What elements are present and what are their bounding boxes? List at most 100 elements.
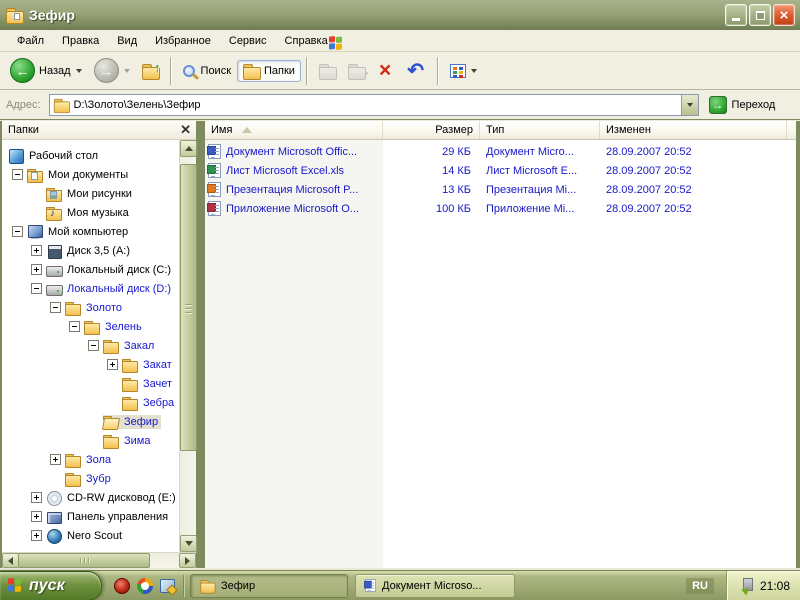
window-folder-icon — [6, 8, 24, 24]
collapse-icon[interactable] — [12, 169, 23, 180]
expand-icon[interactable] — [31, 492, 42, 503]
tree-item-disk-d[interactable]: Локальный диск (D:) — [2, 279, 179, 298]
close-button[interactable]: × — [773, 4, 795, 26]
folders-panel: Папки ✕ Рабочий стол Мои документы Мои р… — [2, 121, 197, 568]
expand-icon[interactable] — [31, 264, 42, 275]
taskbar-divider — [183, 574, 184, 597]
scroll-up-button[interactable] — [180, 140, 197, 157]
expand-icon[interactable] — [50, 454, 61, 465]
tree-item-zakal[interactable]: Закал — [2, 336, 179, 355]
nero-quicklaunch-icon[interactable] — [114, 577, 130, 594]
back-button[interactable]: ← Назад — [4, 54, 88, 87]
tree-item-disk-c[interactable]: Локальный диск (C:) — [2, 260, 179, 279]
tree-item-my-documents[interactable]: Мои документы — [2, 165, 179, 184]
file-row-access[interactable]: Приложение Microsoft O... 100 КБ Приложе… — [205, 199, 796, 218]
menu-bar: Файл Правка Вид Избранное Сервис Справка — [0, 30, 800, 52]
tree-item-control-panel[interactable]: Панель управления — [2, 507, 179, 526]
toolbar-separator — [169, 56, 172, 85]
expand-icon[interactable] — [31, 245, 42, 256]
up-button[interactable]: ↑ — [136, 60, 165, 82]
minimize-button[interactable] — [725, 4, 747, 26]
delete-button[interactable]: × — [371, 56, 399, 85]
menu-favorites[interactable]: Избранное — [146, 32, 220, 50]
collapse-icon[interactable] — [50, 302, 61, 313]
tree-item-my-pictures[interactable]: Мои рисунки — [2, 184, 179, 203]
horizontal-scroll-thumb[interactable] — [18, 553, 150, 568]
tree-item-zachet[interactable]: Зачет — [2, 374, 179, 393]
media-player-quicklaunch-icon[interactable] — [137, 577, 153, 594]
tree-item-floppy-a[interactable]: Диск 3,5 (A:) — [2, 241, 179, 260]
vertical-scroll-thumb[interactable] — [180, 164, 197, 451]
file-row-powerpoint[interactable]: Презентация Microsoft P... 13 КБ Презент… — [205, 180, 796, 199]
back-dropdown-icon[interactable] — [75, 68, 82, 73]
address-value[interactable]: D:\Золото\Зелень\Зефир — [74, 99, 201, 111]
tree-item-desktop[interactable]: Рабочий стол — [2, 146, 179, 165]
tree-item-zefir-selected[interactable]: Зефир — [2, 412, 179, 431]
scroll-right-button[interactable] — [179, 553, 196, 568]
restore-button[interactable] — [749, 4, 771, 26]
windows-logo-icon — [329, 35, 344, 51]
scroll-down-button[interactable] — [180, 535, 197, 552]
address-dropdown-button[interactable] — [680, 94, 698, 115]
menu-edit[interactable]: Правка — [53, 32, 108, 50]
views-button[interactable] — [444, 60, 483, 82]
forward-dropdown-icon — [123, 68, 130, 73]
tree-item-zubr[interactable]: Зубр — [2, 469, 179, 488]
forward-button[interactable]: → — [88, 54, 136, 87]
menu-tools[interactable]: Сервис — [220, 32, 276, 50]
file-row-word[interactable]: Документ Microsoft Offic... 29 КБ Докуме… — [205, 142, 796, 161]
folders-icon — [243, 63, 262, 80]
start-button[interactable]: пуск — [0, 570, 102, 600]
collapse-icon[interactable] — [69, 321, 80, 332]
expand-icon[interactable] — [107, 359, 118, 370]
tree-vertical-scrollbar[interactable] — [179, 140, 197, 552]
menu-file[interactable]: Файл — [8, 32, 53, 50]
tree-item-zebra[interactable]: Зебра — [2, 393, 179, 412]
column-header-name[interactable]: Имя — [205, 121, 383, 139]
collapse-icon[interactable] — [88, 340, 99, 351]
undo-button[interactable]: ↶ — [399, 57, 432, 85]
tree-item-zima[interactable]: Зима — [2, 431, 179, 450]
safely-remove-hardware-icon[interactable] — [739, 578, 754, 593]
task-button-zefir[interactable]: Зефир — [190, 573, 348, 598]
tree-horizontal-scrollbar[interactable] — [2, 552, 196, 568]
tree-item-zola[interactable]: Зола — [2, 450, 179, 469]
expand-icon[interactable] — [31, 511, 42, 522]
arrow-down-icon — [184, 541, 193, 546]
folder-icon — [200, 579, 216, 594]
tree-item-nero-scout[interactable]: Nero Scout — [2, 526, 179, 545]
desktop-icon — [8, 148, 24, 164]
scroll-left-button[interactable] — [2, 553, 19, 568]
powerpoint-presentation-icon — [207, 182, 221, 197]
search-button[interactable]: Поиск — [177, 61, 237, 81]
collapse-icon[interactable] — [12, 226, 23, 237]
collapse-icon[interactable] — [31, 283, 42, 294]
folders-button[interactable]: Папки — [237, 59, 301, 82]
views-dropdown-icon[interactable] — [470, 68, 477, 73]
tree-item-cdrw-e[interactable]: CD-RW дисковод (E:) — [2, 488, 179, 507]
address-combo[interactable]: D:\Золото\Зелень\Зефир — [48, 93, 699, 116]
show-desktop-icon[interactable] — [160, 578, 175, 593]
column-header-modified[interactable]: Изменен — [600, 121, 787, 139]
go-button[interactable]: → Переход — [708, 95, 775, 114]
tree-item-my-music[interactable]: Моя музыка — [2, 203, 179, 222]
folder-icon — [103, 339, 119, 354]
tree-item-zoloto[interactable]: Золото — [2, 298, 179, 317]
column-header-size[interactable]: Размер — [383, 121, 480, 139]
column-header-type[interactable]: Тип — [480, 121, 600, 139]
tree-item-zakat[interactable]: Закат — [2, 355, 179, 374]
task-button-word-document[interactable]: Документ Microso... — [355, 573, 515, 598]
tree-item-zelen[interactable]: Зелень — [2, 317, 179, 336]
file-list: Имя Размер Тип Изменен Документ Microsof… — [205, 121, 796, 568]
menu-view[interactable]: Вид — [108, 32, 146, 50]
cd-drive-icon — [46, 490, 62, 506]
tree-item-my-computer[interactable]: Мой компьютер — [2, 222, 179, 241]
file-row-excel[interactable]: Лист Microsoft Excel.xls 14 КБ Лист Micr… — [205, 161, 796, 180]
menu-help[interactable]: Справка — [276, 32, 337, 50]
expand-icon[interactable] — [31, 530, 42, 541]
folder-icon — [65, 301, 81, 316]
folders-panel-close-icon[interactable]: ✕ — [180, 123, 191, 136]
taskbar-clock: 21:08 — [759, 578, 790, 593]
language-indicator[interactable]: RU — [686, 577, 714, 594]
views-icon — [449, 63, 466, 78]
